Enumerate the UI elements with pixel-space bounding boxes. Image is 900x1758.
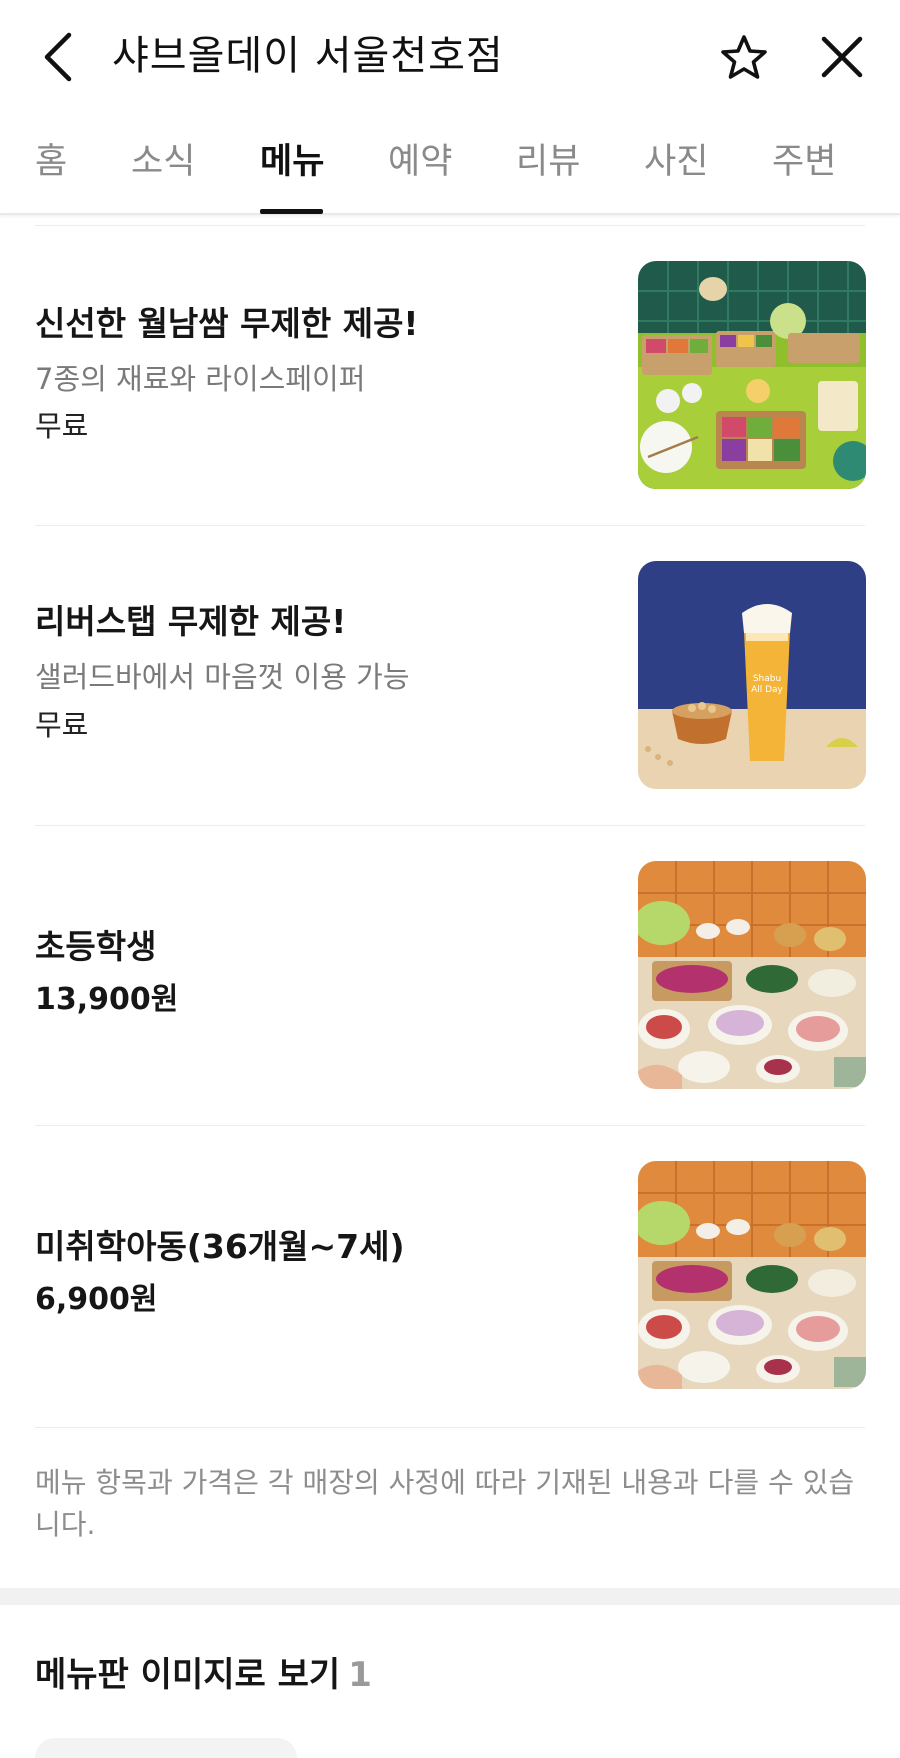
tab-nearby[interactable]: 주변 [772,140,836,184]
tab-reservation[interactable]: 예약 [388,140,452,184]
menu-item-name: 미취학아동(36개월~7세) [35,1227,405,1266]
tab-photos[interactable]: 사진 [644,140,708,184]
menu-item[interactable]: 미취학아동(36개월~7세) 6,900원 [35,1125,866,1425]
menu-board-count: 1 [348,1655,372,1695]
active-tab-indicator [260,209,323,214]
menu-item-photo[interactable]: Shabu All Day [638,561,866,789]
tab-menu[interactable]: 메뉴 [260,140,324,184]
menu-item-description: 샐러드바에서 마음껏 이용 가능 [35,660,410,694]
tab-bar: 홈 소식 메뉴 예약 리뷰 사진 주변 [0,120,900,215]
menu-item-name: 초등학생 [35,927,157,966]
svg-text:Shabu: Shabu [753,674,781,684]
menu-item-price: 무료 [35,409,89,443]
top-bar: 샤브올데이 서울천호점 [0,0,900,115]
close-icon [821,36,863,78]
page-title: 샤브올데이 서울천호점 [112,33,504,79]
favorite-button[interactable] [714,27,774,87]
tab-home[interactable]: 홈 [35,140,67,184]
menu-list: 신선한 월남쌈 무제한 제공! 7종의 재료와 라이스페이퍼 무료 리버스탭 무… [35,225,866,1425]
menu-item-price: 13,900원 [35,982,179,1017]
tab-news[interactable]: 소식 [131,140,195,184]
menu-item-name: 리버스탭 무제한 제공! [35,602,347,641]
menu-board-thumbnail[interactable] [35,1738,297,1758]
tab-reviews[interactable]: 리뷰 [516,140,580,184]
menu-item-name: 신선한 월남쌈 무제한 제공! [35,304,419,343]
menu-item[interactable]: 초등학생 13,900원 [35,825,866,1125]
menu-item[interactable]: 리버스탭 무제한 제공! 샐러드바에서 마음껏 이용 가능 무료 Shabu A… [35,525,866,825]
menu-item-photo[interactable] [638,1161,866,1389]
back-button[interactable] [30,22,86,92]
menu-item-photo[interactable] [638,861,866,1089]
menu-notice: 메뉴 항목과 가격은 각 매장의 사정에 따라 기재된 내용과 다를 수 있습니… [35,1427,865,1546]
menu-item-description: 7종의 재료와 라이스페이퍼 [35,362,366,396]
menu-board-heading[interactable]: 메뉴판 이미지로 보기 1 [35,1652,372,1698]
star-outline-icon [721,35,767,79]
chevron-left-icon [44,32,72,82]
section-divider [0,1588,900,1605]
menu-item[interactable]: 신선한 월남쌈 무제한 제공! 7종의 재료와 라이스페이퍼 무료 [35,225,866,525]
menu-item-price: 무료 [35,708,89,742]
menu-board-title: 메뉴판 이미지로 보기 [35,1655,341,1695]
svg-text:All Day: All Day [751,685,783,695]
menu-item-price: 6,900원 [35,1282,158,1317]
menu-item-photo[interactable] [638,261,866,489]
close-button[interactable] [812,27,872,87]
